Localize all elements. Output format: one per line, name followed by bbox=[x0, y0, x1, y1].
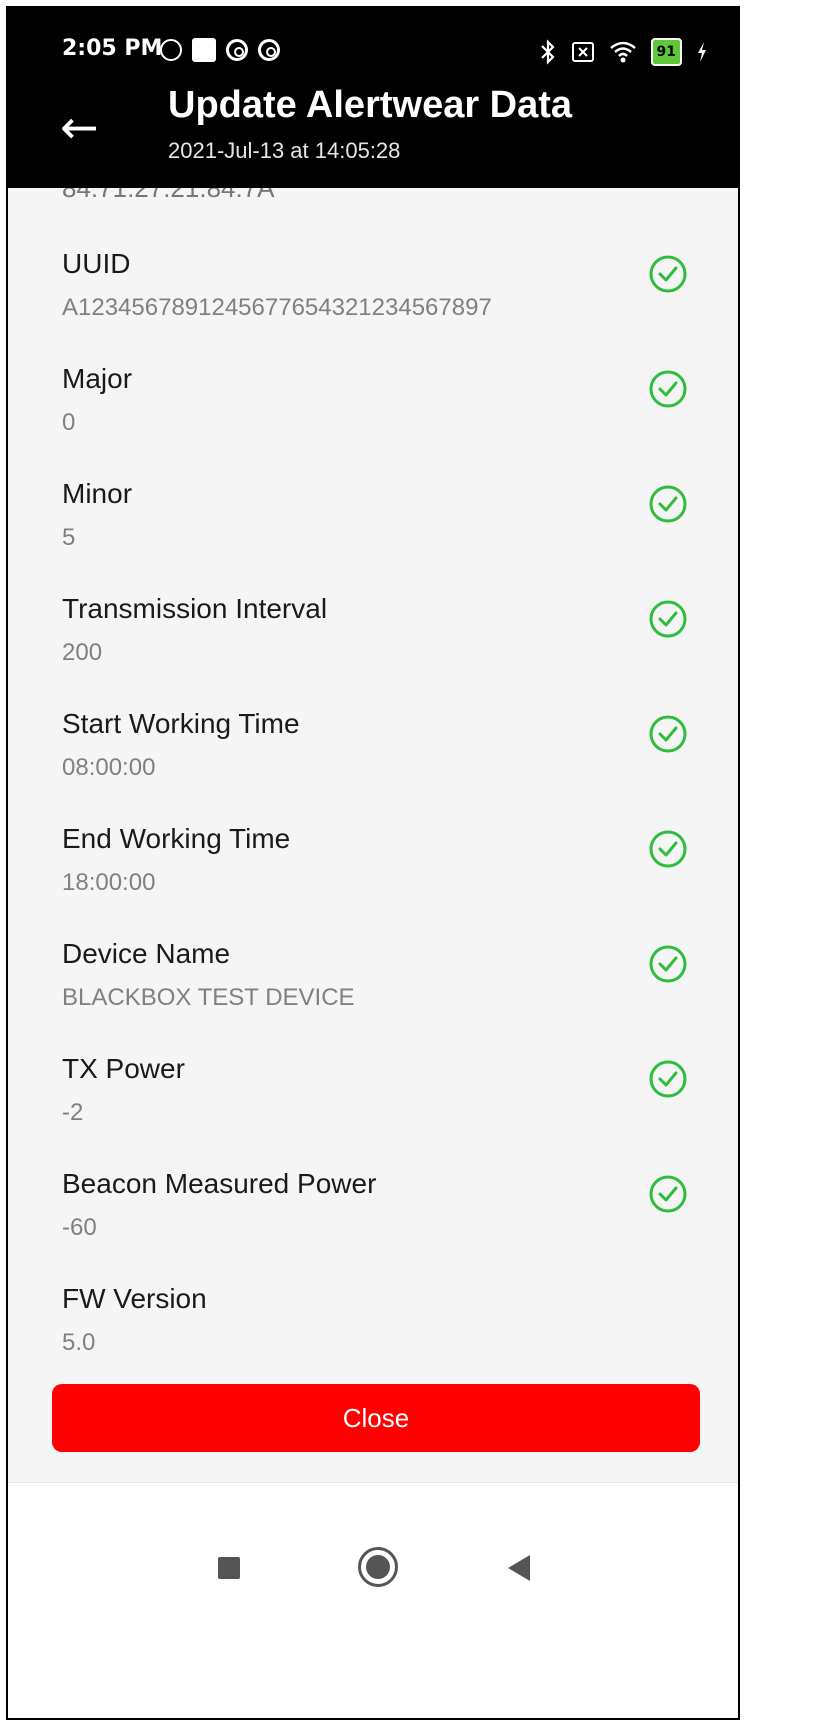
back-arrow-icon[interactable]: ← bbox=[60, 104, 99, 150]
check-circle-icon bbox=[649, 945, 687, 983]
alarm-icon bbox=[160, 39, 182, 61]
app-header: 2:05 PM 91 ← Update Alertwear Data 2021-… bbox=[8, 8, 738, 188]
field-row-beacon-measured-power: Beacon Measured Power -60 bbox=[8, 1168, 738, 1283]
field-row-end-working-time: End Working Time 18:00:00 bbox=[8, 823, 738, 938]
field-row-device-name: Device Name BLACKBOX TEST DEVICE bbox=[8, 938, 738, 1053]
close-button[interactable]: Close bbox=[52, 1384, 700, 1452]
notification-ring-icon-2 bbox=[258, 39, 280, 61]
check-circle-icon bbox=[649, 1175, 687, 1213]
system-nav-bar bbox=[8, 1482, 738, 1718]
field-label: Major bbox=[62, 363, 133, 394]
field-row-tx-power: TX Power -2 bbox=[8, 1053, 738, 1168]
clipped-previous-value: 84:71:27:21:84:7A bbox=[62, 188, 275, 203]
field-value: 08:00:00 bbox=[62, 754, 156, 781]
notification-square-icon bbox=[192, 38, 216, 62]
field-row-major: Major 0 bbox=[8, 363, 738, 478]
field-label: Minor bbox=[62, 478, 133, 509]
check-circle-icon bbox=[649, 830, 687, 868]
field-value: 5 bbox=[62, 524, 76, 551]
check-circle-icon bbox=[649, 485, 687, 523]
check-circle-icon bbox=[649, 1060, 687, 1098]
field-value: 0 bbox=[62, 409, 76, 436]
field-value: -2 bbox=[62, 1099, 84, 1126]
field-label: Device Name bbox=[62, 938, 231, 969]
wifi-icon bbox=[609, 41, 636, 63]
charging-bolt-icon bbox=[698, 42, 706, 62]
field-row-fw-version: FW Version 5.0 bbox=[8, 1283, 738, 1398]
field-row-uuid: UUID A1234567891245677654321234567897 bbox=[8, 248, 738, 363]
notification-ring-icon bbox=[226, 39, 248, 61]
app-screen: 2:05 PM 91 ← Update Alertwear Data 2021-… bbox=[6, 6, 740, 1720]
battery-icon: 91 bbox=[650, 38, 682, 66]
status-bar: 2:05 PM 91 bbox=[8, 34, 738, 74]
home-circle-icon[interactable] bbox=[358, 1547, 398, 1587]
field-value: 5.0 bbox=[62, 1329, 96, 1356]
status-icons-right: 91 bbox=[539, 38, 708, 66]
field-label: Start Working Time bbox=[62, 708, 300, 739]
field-row-start-working-time: Start Working Time 08:00:00 bbox=[8, 708, 738, 823]
field-value: -60 bbox=[62, 1214, 97, 1241]
check-circle-icon bbox=[649, 370, 687, 408]
field-label: UUID bbox=[62, 248, 131, 279]
field-value: A1234567891245677654321234567897 bbox=[62, 294, 492, 321]
check-circle-icon bbox=[649, 715, 687, 753]
field-list: UUID A1234567891245677654321234567897 Ma… bbox=[8, 248, 738, 1398]
field-label: FW Version bbox=[62, 1283, 207, 1314]
status-icons-left bbox=[160, 38, 280, 62]
bluetooth-icon bbox=[540, 39, 555, 65]
page-title: Update Alertwear Data bbox=[168, 84, 573, 126]
field-value: 200 bbox=[62, 639, 103, 666]
no-sim-icon bbox=[571, 42, 594, 62]
recents-square-icon[interactable] bbox=[218, 1557, 240, 1579]
back-triangle-icon[interactable] bbox=[508, 1555, 530, 1581]
field-label: Transmission Interval bbox=[62, 593, 328, 624]
field-label: Beacon Measured Power bbox=[62, 1168, 377, 1199]
field-value: BLACKBOX TEST DEVICE bbox=[62, 984, 355, 1011]
field-label: TX Power bbox=[62, 1053, 185, 1084]
check-circle-icon bbox=[649, 600, 687, 638]
page-subtitle: 2021-Jul-13 at 14:05:28 bbox=[168, 138, 401, 163]
field-row-transmission-interval: Transmission Interval 200 bbox=[8, 593, 738, 708]
field-row-minor: Minor 5 bbox=[8, 478, 738, 593]
field-value: 18:00:00 bbox=[62, 869, 156, 896]
status-time: 2:05 PM bbox=[62, 36, 163, 61]
field-label: End Working Time bbox=[62, 823, 291, 854]
check-circle-icon bbox=[649, 255, 687, 293]
